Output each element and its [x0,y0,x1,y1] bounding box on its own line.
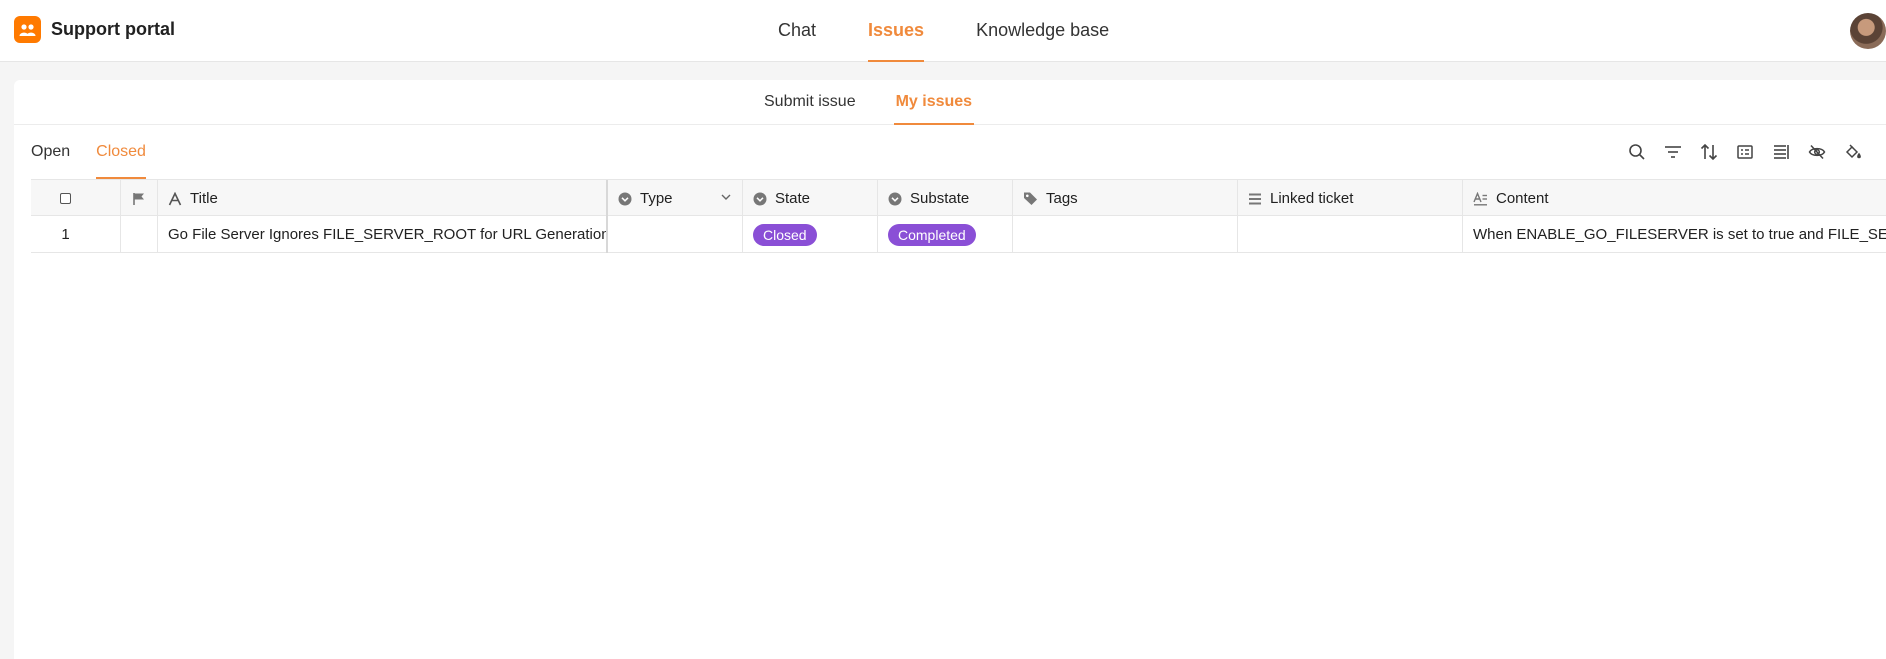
nav-knowledge-base[interactable]: Knowledge base [968,0,1117,62]
column-header-label: State [775,190,811,207]
state-cell[interactable]: Closed [743,216,878,253]
substate-badge: Completed [888,223,976,246]
row-flag-cell[interactable] [121,216,158,253]
flag-icon [133,192,144,205]
column-header-label: Substate [910,190,970,207]
single-select-icon [618,192,632,206]
row-height-icon[interactable] [1770,141,1792,163]
content-cell[interactable]: When ENABLE_GO_FILESERVER is set to true… [1463,216,1886,253]
top-bar: Support portal Chat Issues Knowledge bas… [0,0,1886,62]
nav-issues[interactable]: Issues [860,0,932,62]
column-header-content[interactable]: Content [1463,180,1886,217]
table-row[interactable]: 1 Go File Server Ignores FILE_SERVER_ROO… [31,216,1886,253]
sub-nav: Submit issue My issues [14,80,1886,125]
link-list-icon [1248,192,1262,206]
view-tab-closed[interactable]: Closed [96,125,146,179]
column-header-label: Content [1496,190,1549,207]
search-icon[interactable] [1626,141,1648,163]
people-icon [14,16,41,43]
view-tab-open[interactable]: Open [31,125,70,179]
single-select-icon [753,192,767,206]
column-header-label: Type [640,190,673,207]
column-header-substate[interactable]: Substate [878,180,1013,217]
title-cell[interactable]: Go File Server Ignores FILE_SERVER_ROOT … [158,216,608,253]
tags-cell[interactable] [1013,216,1238,253]
issues-panel: Submit issue My issues Open Closed Title… [14,80,1886,659]
select-all-cell [31,180,121,217]
hide-columns-icon[interactable] [1806,141,1828,163]
text-type-icon [168,191,182,206]
color-fill-icon[interactable] [1842,141,1864,163]
tag-icon [1023,191,1038,206]
group-icon[interactable] [1734,141,1756,163]
column-header-label: Title [190,190,218,207]
chevron-down-icon[interactable] [720,190,732,207]
long-text-icon [1473,191,1488,206]
sort-icon[interactable] [1698,141,1720,163]
column-header-label: Tags [1046,190,1078,207]
column-header-title[interactable]: Title [158,180,608,217]
column-header-state[interactable]: State [743,180,878,217]
table-header: Title Type State Substate Tags Linked ti… [31,179,1886,217]
type-cell[interactable] [608,216,743,253]
app-title: Support portal [51,19,175,39]
main-nav: Chat Issues Knowledge base [770,0,1153,62]
status-badge: Closed [753,223,817,246]
tab-submit-issue[interactable]: Submit issue [762,80,858,125]
column-header-type[interactable]: Type [608,180,743,217]
toolbar [1626,141,1878,163]
select-all-checkbox[interactable] [60,193,71,204]
filter-icon[interactable] [1662,141,1684,163]
column-header-label: Linked ticket [1270,190,1354,207]
column-header-tags[interactable]: Tags [1013,180,1238,217]
linked-ticket-cell[interactable] [1238,216,1463,253]
flag-column-header[interactable] [121,180,158,217]
column-header-linked-ticket[interactable]: Linked ticket [1238,180,1463,217]
substate-cell[interactable]: Completed [878,216,1013,253]
brand[interactable]: Support portal [14,16,175,43]
view-bar: Open Closed [14,125,1886,179]
issues-table: Title Type State Substate Tags Linked ti… [31,179,1886,253]
avatar[interactable] [1850,13,1886,49]
row-index: 1 [31,216,121,253]
single-select-icon [888,192,902,206]
tab-my-issues[interactable]: My issues [893,80,975,125]
nav-chat[interactable]: Chat [770,0,824,62]
